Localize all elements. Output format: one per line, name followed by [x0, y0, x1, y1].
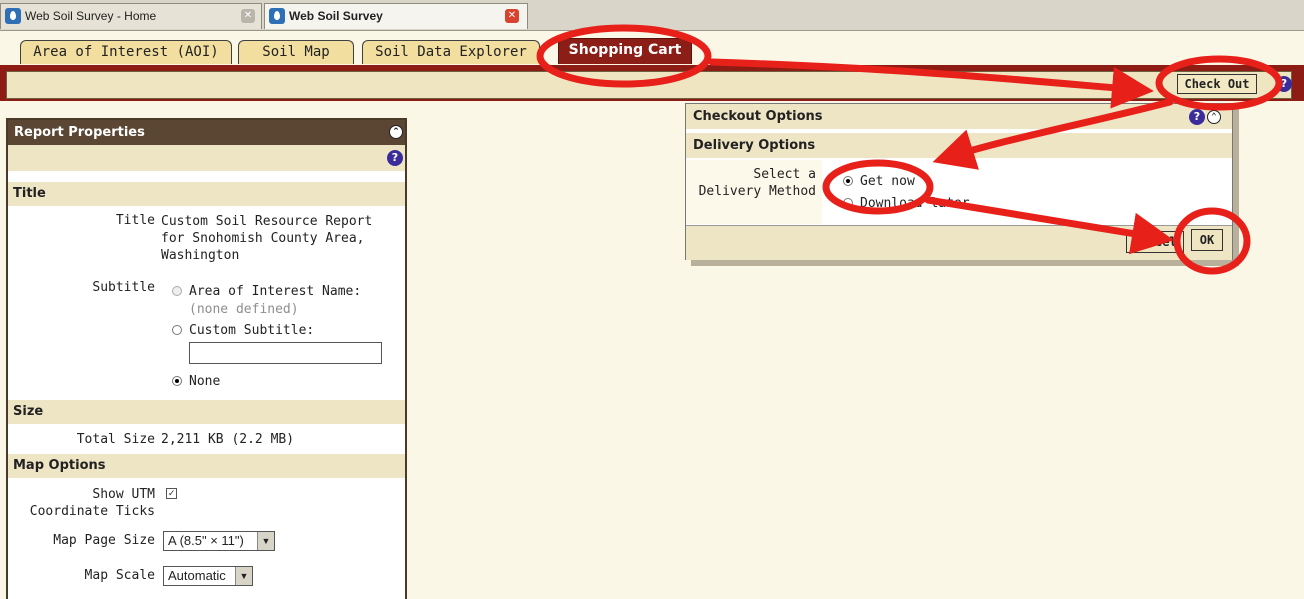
- total-size-label: Total Size: [76, 432, 155, 447]
- section-title-heading: Title: [8, 182, 405, 206]
- utm-checkbox[interactable]: ✓: [166, 488, 177, 499]
- help-icon[interactable]: ?: [1276, 76, 1292, 92]
- checkout-options-title: Checkout Options: [693, 109, 823, 124]
- delivery-options-header: Delivery Options: [686, 133, 1232, 158]
- checkout-options-dialog: Checkout Options ? ⌃ Delivery Options Se…: [685, 103, 1233, 260]
- checkout-options-header: Checkout Options: [686, 104, 1232, 129]
- section-map-options-heading: Map Options: [8, 454, 405, 478]
- close-tab-icon[interactable]: ✕: [241, 9, 255, 23]
- close-tab-icon[interactable]: ✕: [505, 9, 519, 23]
- panel-header: Report Properties ⌃: [8, 120, 405, 145]
- app-tab-bar: Area of Interest (AOI) Soil Map Soil Dat…: [0, 31, 1304, 65]
- ok-button[interactable]: OK: [1191, 229, 1223, 251]
- browser-tab-active[interactable]: Web Soil Survey ✕: [264, 3, 528, 29]
- delivery-method-label: Select a Delivery Method: [698, 167, 816, 199]
- page-size-value: A (8.5" × 11"): [168, 533, 244, 548]
- subtitle-aoi-note: (none defined): [189, 302, 299, 317]
- map-scale-select[interactable]: Automatic ▼: [163, 566, 253, 586]
- subtitle-aoi-label: Area of Interest Name:: [189, 284, 362, 299]
- panel-title: Report Properties: [14, 125, 145, 140]
- collapse-icon[interactable]: ⌃: [1207, 110, 1221, 124]
- subtitle-none-label: None: [189, 374, 221, 389]
- get-now-radio[interactable]: [843, 176, 853, 186]
- tab-shopping-cart[interactable]: Shopping Cart: [558, 38, 692, 64]
- subtitle-label: Subtitle: [92, 280, 155, 295]
- get-now-label: Get now: [860, 174, 915, 189]
- map-scale-label: Map Scale: [84, 568, 155, 583]
- delivery-options-title: Delivery Options: [693, 138, 816, 153]
- page-size-select[interactable]: A (8.5" × 11") ▼: [163, 531, 275, 551]
- check-out-button[interactable]: Check Out: [1177, 74, 1257, 94]
- title-value: Custom Soil Resource Report for Snohomis…: [161, 214, 373, 263]
- browser-tab-label: Web Soil Survey - Home: [25, 9, 157, 23]
- dropdown-arrow-icon: ▼: [257, 532, 274, 550]
- panel-subheader: ?: [8, 145, 405, 171]
- section-size-heading: Size: [8, 400, 405, 424]
- help-icon[interactable]: ?: [1189, 109, 1205, 125]
- page-size-label: Map Page Size: [53, 533, 155, 548]
- download-later-radio[interactable]: [843, 198, 853, 208]
- subtitle-custom-label: Custom Subtitle:: [189, 323, 315, 338]
- subtitle-none-radio[interactable]: [172, 376, 182, 386]
- browser-tab-strip: Web Soil Survey - Home ✕ Web Soil Survey…: [0, 0, 1304, 31]
- download-later-label: Download later: [860, 196, 970, 211]
- toolbar-inner: [6, 71, 1292, 99]
- report-properties-panel: Report Properties ⌃ ? Title Title Custom…: [6, 118, 407, 599]
- tab-soil-data-explorer[interactable]: Soil Data Explorer: [362, 40, 540, 64]
- utm-label: Show UTM Coordinate Ticks: [29, 487, 155, 519]
- browser-tab-home[interactable]: Web Soil Survey - Home ✕: [0, 3, 262, 29]
- web-soil-survey-favicon-icon: [269, 8, 285, 24]
- dropdown-arrow-icon: ▼: [235, 567, 252, 585]
- dialog-footer: Cancel: [686, 225, 1232, 260]
- custom-subtitle-input[interactable]: [189, 342, 382, 364]
- collapse-icon[interactable]: ⌃: [389, 125, 403, 139]
- map-scale-value: Automatic: [168, 568, 226, 583]
- subtitle-aoi-radio[interactable]: [172, 286, 182, 296]
- tab-area-of-interest[interactable]: Area of Interest (AOI): [20, 40, 232, 64]
- title-label: Title: [115, 213, 155, 228]
- browser-tab-label: Web Soil Survey: [289, 9, 383, 23]
- subtitle-custom-radio[interactable]: [172, 325, 182, 335]
- help-icon[interactable]: ?: [387, 150, 403, 166]
- web-soil-survey-favicon-icon: [5, 8, 21, 24]
- total-size-value: 2,211 KB (2.2 MB): [161, 432, 295, 447]
- cancel-button[interactable]: Cancel: [1126, 231, 1184, 253]
- tab-soil-map[interactable]: Soil Map: [238, 40, 354, 64]
